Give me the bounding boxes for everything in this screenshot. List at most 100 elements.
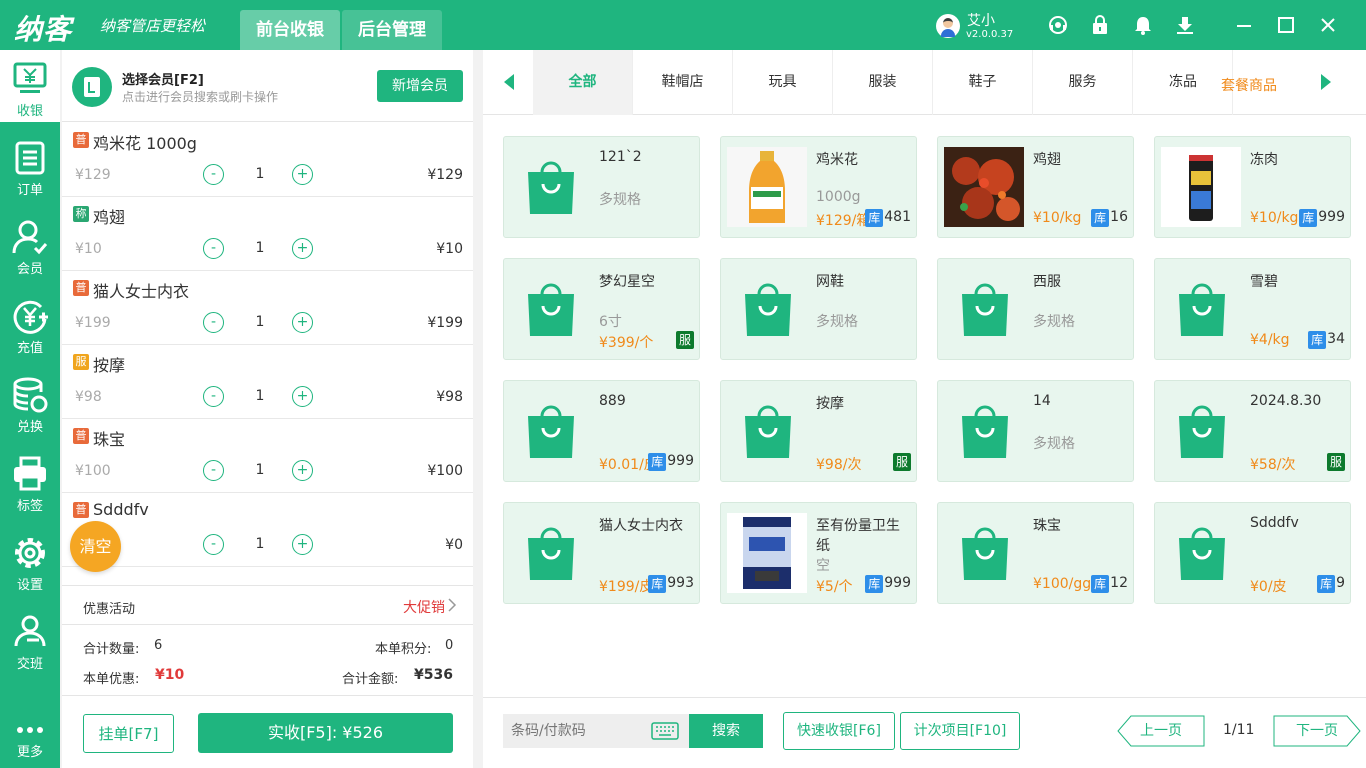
item-quantity[interactable]: 1	[252, 166, 268, 182]
sidebar-item-handover[interactable]: 交班	[0, 603, 60, 675]
product-card[interactable]: 889 ¥0.01/皮库 999	[503, 380, 700, 482]
category-tab[interactable]: 服装	[833, 50, 933, 115]
product-price: ¥4/kg	[1250, 332, 1290, 348]
member-selector[interactable]: 选择会员[F2] 点击进行会员搜索或刷卡操作 新增会员	[62, 50, 473, 122]
product-card[interactable]: 至有份量卫生纸空 ¥5/个库 999	[720, 502, 917, 604]
prev-page-button[interactable]: 上一页	[1117, 715, 1205, 747]
support-icon[interactable]	[1047, 14, 1069, 36]
lock-icon[interactable]	[1089, 14, 1111, 36]
category-prev-icon[interactable]	[502, 73, 516, 91]
minimize-icon[interactable]	[1233, 14, 1255, 36]
add-member-button[interactable]: 新增会员	[377, 70, 463, 102]
product-card[interactable]: 按摩 ¥98/次 服	[720, 380, 917, 482]
bell-icon[interactable]	[1132, 14, 1154, 36]
product-card[interactable]: 雪碧 ¥4/kg 库 34	[1154, 258, 1351, 360]
product-card[interactable]: 2024.8.30 ¥58/次 服	[1154, 380, 1351, 482]
category-tab[interactable]: 玩具	[733, 50, 833, 115]
keyboard-icon[interactable]	[651, 722, 679, 740]
quick-checkout-button[interactable]: 快速收银[F6]	[783, 712, 895, 750]
hold-order-button[interactable]: 挂单[F7]	[83, 714, 174, 753]
sidebar-item-settings[interactable]: 设置	[0, 524, 60, 596]
stock-badge: 库	[648, 453, 667, 471]
sidebar-item-member[interactable]: 会员	[0, 208, 60, 280]
category-tab[interactable]: 鞋帽店	[633, 50, 733, 115]
close-icon[interactable]	[1317, 14, 1339, 36]
product-card[interactable]: 鸡翅 ¥10/kg 库 16	[937, 136, 1134, 238]
product-name: 猫人女士内衣	[599, 518, 683, 534]
product-card[interactable]: 梦幻星空 6寸 ¥399/个 服	[503, 258, 700, 360]
qty-increase-button[interactable]: +	[292, 312, 313, 333]
stock-count: 34	[1327, 331, 1345, 347]
product-card[interactable]: 西服 多规格	[937, 258, 1134, 360]
count-items-button[interactable]: 计次项目[F10]	[900, 712, 1020, 750]
product-card[interactable]: 14 多规格	[937, 380, 1134, 482]
sidebar-item-label-print[interactable]: 标签	[0, 445, 60, 517]
order-item-row[interactable]: 普猫人女士内衣 ¥199 - 1 + ¥199	[62, 271, 473, 345]
qty-decrease-button[interactable]: -	[203, 534, 224, 555]
product-card[interactable]: 猫人女士内衣 ¥199/皮库 993	[503, 502, 700, 604]
total-count-value: 6	[154, 638, 163, 653]
item-quantity[interactable]: 1	[252, 240, 268, 256]
sidebar-item-more[interactable]: 更多	[0, 712, 60, 768]
qty-decrease-button[interactable]: -	[203, 386, 224, 407]
order-item-row[interactable]: 普 Sdddfv - 1 + ¥0	[62, 493, 473, 567]
checkout-button[interactable]: 实收[F5]: ¥526	[198, 713, 453, 753]
category-tab[interactable]: 服务	[1033, 50, 1133, 115]
item-quantity[interactable]: 1	[252, 536, 268, 552]
promotion-row[interactable]: 优惠活动 大促销	[62, 585, 473, 625]
product-name: 121`2	[599, 149, 642, 165]
sidebar-item-recharge[interactable]: 充值	[0, 287, 60, 359]
search-button[interactable]: 搜索	[689, 714, 763, 748]
item-quantity[interactable]: 1	[252, 314, 268, 330]
qty-decrease-button[interactable]: -	[203, 312, 224, 333]
qty-increase-button[interactable]: +	[292, 238, 313, 259]
download-icon[interactable]	[1174, 14, 1196, 36]
item-quantity[interactable]: 1	[252, 388, 268, 404]
qty-decrease-button[interactable]: -	[203, 238, 224, 259]
qty-increase-button[interactable]: +	[292, 386, 313, 407]
category-tab[interactable]: 冻品	[1133, 50, 1233, 115]
qty-decrease-button[interactable]: -	[203, 164, 224, 185]
clear-cart-button[interactable]: 清空	[70, 521, 121, 572]
order-item-row[interactable]: 服按摩 ¥98 - 1 + ¥98	[62, 345, 473, 419]
qty-increase-button[interactable]: +	[292, 460, 313, 481]
product-price: ¥129/箱	[816, 213, 871, 229]
product-name: 至有份量卫生纸	[816, 518, 900, 554]
product-card[interactable]: 网鞋 多规格	[720, 258, 917, 360]
sidebar-item-exchange[interactable]: 兑换	[0, 366, 60, 438]
sidebar-item-label: 标签	[16, 499, 43, 514]
item-quantity[interactable]: 1	[252, 462, 268, 478]
category-tab-package[interactable]: 套餐商品	[1221, 75, 1277, 95]
order-item-row[interactable]: 普珠宝 ¥100 - 1 + ¥100	[62, 419, 473, 493]
sidebar-item-label: 设置	[16, 578, 43, 593]
product-card[interactable]: 冻肉 ¥10/kg 库 999	[1154, 136, 1351, 238]
sidebar-item-order[interactable]: 订单	[0, 129, 60, 201]
product-name: 鸡翅	[1033, 152, 1061, 168]
product-card[interactable]: 鸡米花 1000g ¥129/箱库 481	[720, 136, 917, 238]
next-page-button[interactable]: 下一页	[1273, 715, 1361, 747]
member-card-icon	[72, 67, 112, 107]
order-item-row[interactable]: 称鸡翅 ¥10 - 1 + ¥10	[62, 197, 473, 271]
item-name: 猫人女士内衣	[93, 282, 190, 301]
qty-decrease-button[interactable]: -	[203, 460, 224, 481]
tab-back-office[interactable]: 后台管理	[342, 10, 442, 50]
category-tab[interactable]: 鞋子	[933, 50, 1033, 115]
product-card[interactable]: 121`2 多规格	[503, 136, 700, 238]
product-stock: 库 16	[1091, 209, 1128, 227]
qty-increase-button[interactable]: +	[292, 164, 313, 185]
order-item-row[interactable]: 普鸡米花 1000g ¥129 - 1 + ¥129	[62, 123, 473, 197]
product-card[interactable]: 珠宝 ¥100/gg 库 12	[937, 502, 1134, 604]
product-image	[1161, 147, 1241, 227]
item-name: 鸡翅	[93, 208, 126, 227]
qty-increase-button[interactable]: +	[292, 534, 313, 555]
sidebar-item-cashier[interactable]: 收银	[0, 50, 60, 122]
product-price: ¥10/kg	[1250, 210, 1299, 226]
shopping-bag-icon	[1179, 527, 1225, 580]
category-tab-all[interactable]: 全部	[533, 50, 633, 115]
product-card[interactable]: Sdddfv ¥0/皮 库 9	[1154, 502, 1351, 604]
maximize-icon[interactable]	[1275, 14, 1297, 36]
service-badge: 服	[676, 331, 694, 349]
item-unit-price: ¥199	[75, 315, 111, 331]
tab-front-cashier[interactable]: 前台收银	[240, 10, 340, 50]
category-next-icon[interactable]	[1319, 73, 1333, 91]
